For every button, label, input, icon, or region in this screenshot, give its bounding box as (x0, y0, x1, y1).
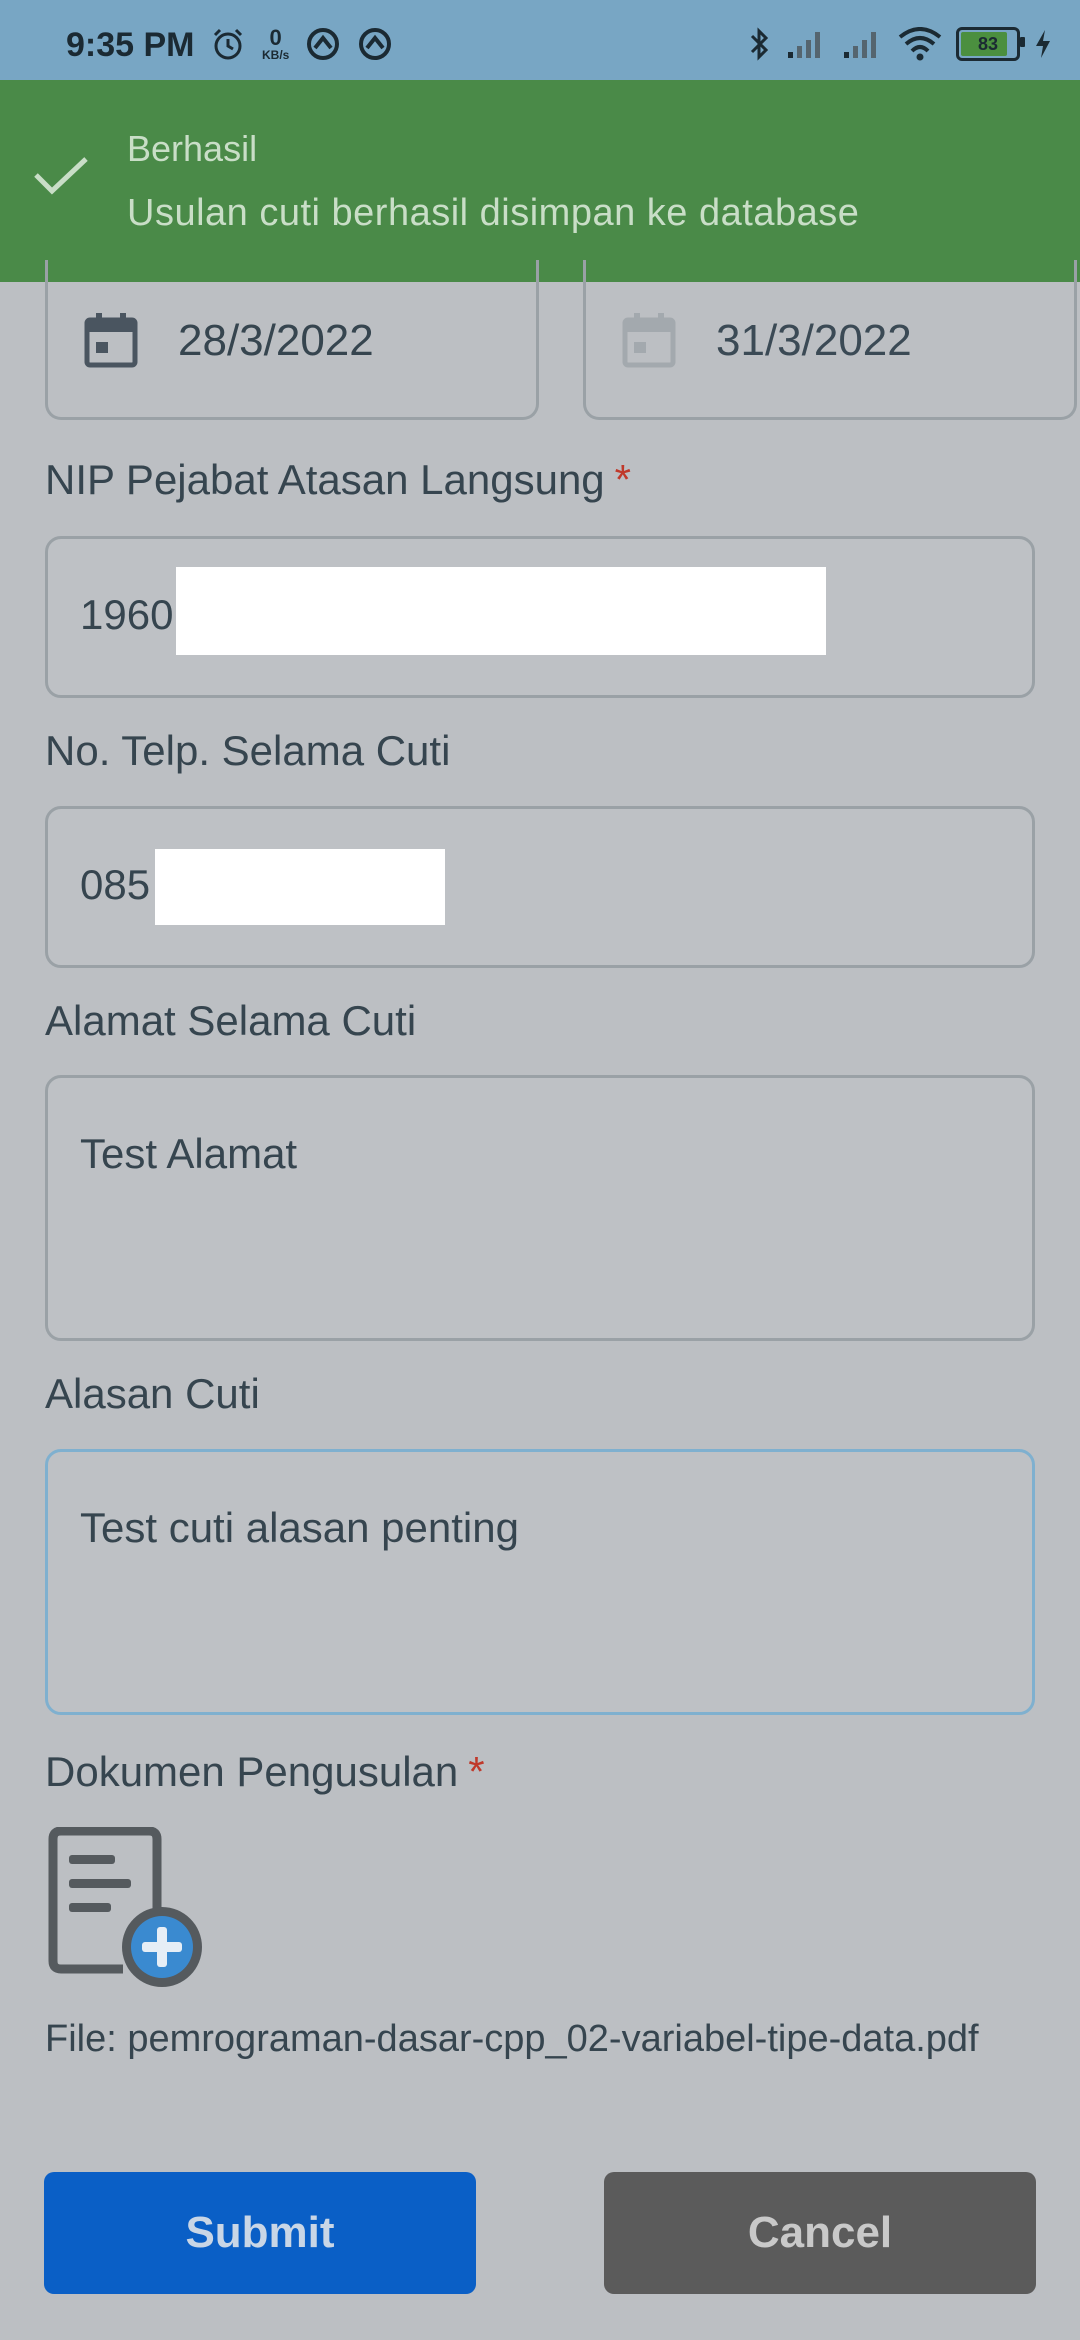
status-bar: 9:35 PM 0 KB/s 83 (0, 0, 1080, 80)
cancel-button[interactable]: Cancel (604, 2172, 1036, 2294)
required-mark: * (468, 1748, 485, 1795)
sync-icon (307, 28, 340, 60)
reason-textarea[interactable]: Test cuti alasan penting (45, 1449, 1035, 1715)
phone-label: No. Telp. Selama Cuti (45, 727, 451, 774)
nip-value: 1960 (80, 591, 174, 638)
network-speed: 0 KB/s (262, 25, 290, 62)
toast-title: Berhasil (127, 128, 258, 169)
start-date-field[interactable]: 28/3/2022 (45, 260, 539, 420)
success-toast: Berhasil Usulan cuti berhasil disimpan k… (0, 80, 1080, 282)
selected-file-name: File: pemrograman-dasar-cpp_02-variabel-… (45, 2018, 979, 2060)
address-textarea[interactable]: Test Alamat (45, 1075, 1035, 1341)
calendar-icon (84, 313, 138, 368)
phone-input[interactable]: 085 (45, 806, 1035, 968)
end-date-field[interactable]: 31/3/2022 (583, 260, 1077, 420)
document-label: Dokumen Pengusulan * (45, 1748, 485, 1795)
signal-icon (788, 32, 820, 58)
alarm-icon (213, 28, 243, 60)
address-label: Alamat Selama Cuti (45, 997, 417, 1044)
toast-message: Usulan cuti berhasil disimpan ke databas… (127, 192, 860, 234)
battery-indicator: 83 (956, 27, 1025, 61)
reason-label: Alasan Cuti (45, 1370, 260, 1417)
charging-icon (1036, 30, 1050, 58)
signal-icon-2 (844, 32, 876, 58)
reason-value: Test cuti alasan penting (80, 1504, 519, 1551)
submit-button[interactable]: Submit (44, 2172, 476, 2294)
start-date-value: 28/3/2022 (178, 316, 374, 365)
add-document-icon[interactable] (45, 1827, 207, 1989)
bluetooth-icon (750, 27, 769, 61)
wifi-icon (898, 27, 942, 61)
end-date-value: 31/3/2022 (716, 316, 912, 365)
status-time: 9:35 PM (66, 26, 195, 64)
required-mark: * (614, 456, 632, 503)
check-icon (34, 157, 88, 195)
nip-input[interactable]: 1960 (45, 536, 1035, 698)
sync-icon-2 (359, 28, 392, 60)
redacted-block (155, 849, 445, 925)
nip-label: NIP Pejabat Atasan Langsung * (45, 456, 632, 503)
phone-value: 085 (80, 861, 151, 908)
calendar-icon (622, 313, 676, 368)
redacted-block (176, 567, 826, 655)
address-value: Test Alamat (80, 1130, 298, 1177)
